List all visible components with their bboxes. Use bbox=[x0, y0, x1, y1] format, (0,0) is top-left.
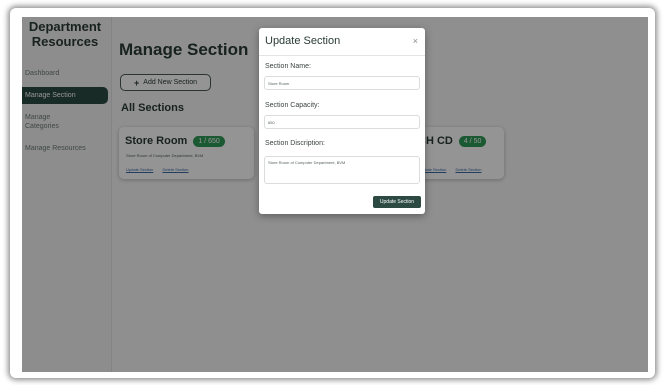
app-window: Department Resources Dashboard Manage Se… bbox=[22, 17, 648, 372]
modal-title: Update Section bbox=[265, 35, 341, 47]
section-description-label: Section Discription: bbox=[265, 140, 325, 147]
update-section-modal: Update Section × Section Name: Section C… bbox=[259, 28, 425, 214]
section-capacity-label: Section Capacity: bbox=[265, 102, 320, 109]
close-icon[interactable]: × bbox=[413, 36, 418, 46]
section-capacity-input[interactable] bbox=[264, 115, 420, 129]
section-description-textarea[interactable]: Store Room of Computer Department, BVM bbox=[264, 156, 420, 184]
modal-header: Update Section × bbox=[259, 28, 425, 56]
screenshot-frame: Department Resources Dashboard Manage Se… bbox=[10, 8, 655, 378]
update-section-button[interactable]: Update Section bbox=[373, 196, 421, 208]
section-name-label: Section Name: bbox=[265, 63, 311, 70]
section-name-input[interactable] bbox=[264, 76, 420, 90]
